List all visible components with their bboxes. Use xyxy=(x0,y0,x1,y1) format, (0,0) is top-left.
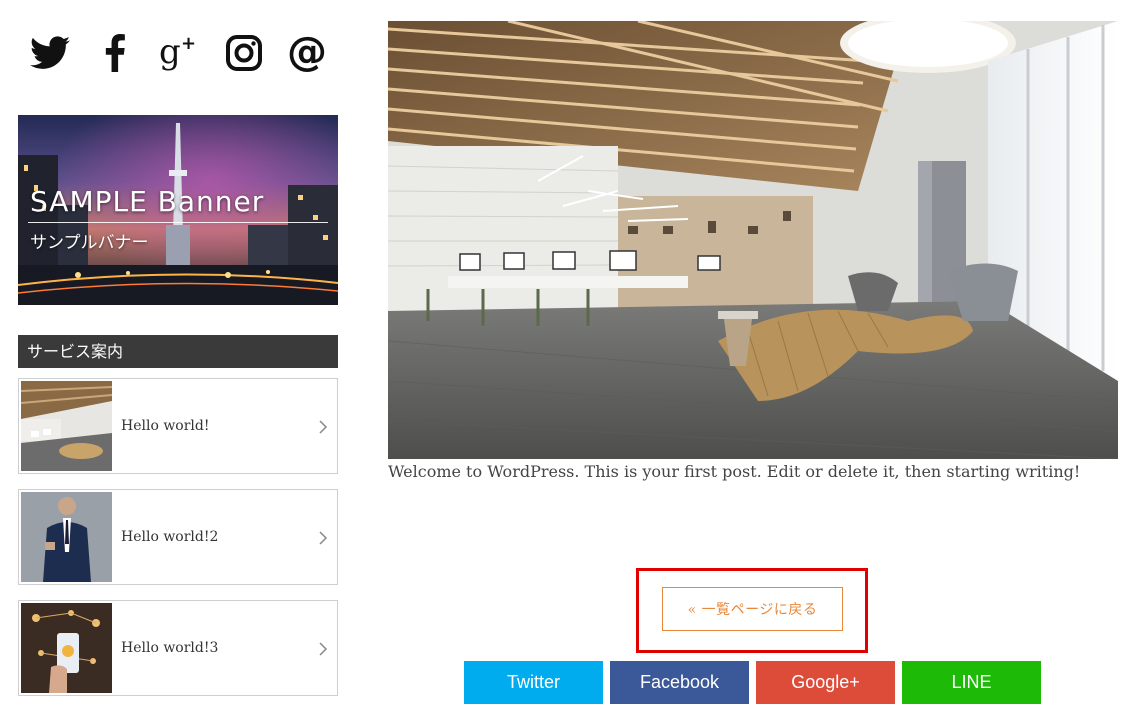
google-plus-share-button[interactable]: Google+ xyxy=(756,661,895,704)
svg-text:g: g xyxy=(159,33,181,72)
chevron-right-icon xyxy=(319,642,328,656)
service-section-heading: サービス案内 xyxy=(18,335,338,368)
post-thumbnail-smartphone xyxy=(21,603,112,693)
post-title: Hello world!3 xyxy=(121,640,219,656)
twitter-share-button[interactable]: Twitter xyxy=(464,661,603,704)
post-excerpt: Welcome to WordPress. This is your first… xyxy=(388,462,1081,481)
banner-divider xyxy=(28,222,328,223)
post-card-3[interactable]: Hello world!3 xyxy=(18,600,338,696)
facebook-share-button[interactable]: Facebook xyxy=(610,661,749,704)
post-title: Hello world! xyxy=(121,418,210,434)
email-at-icon[interactable]: @ xyxy=(285,30,329,76)
svg-text:+: + xyxy=(181,33,196,54)
twitter-icon[interactable] xyxy=(28,30,72,76)
post-card-2[interactable]: Hello world!2 xyxy=(18,489,338,585)
instagram-icon[interactable] xyxy=(222,30,266,76)
post-card-1[interactable]: Hello world! xyxy=(18,378,338,474)
social-icons: g + @ xyxy=(28,30,328,78)
post-thumbnail-office xyxy=(21,381,112,471)
chevron-right-icon xyxy=(319,420,328,434)
banner-subtitle: サンプルバナー xyxy=(30,233,149,253)
featured-image xyxy=(388,21,1118,459)
sample-banner[interactable]: SAMPLE Banner サンプルバナー xyxy=(18,115,338,305)
banner-title: SAMPLE Banner xyxy=(30,185,265,218)
line-share-button[interactable]: LINE xyxy=(902,661,1041,704)
facebook-icon[interactable] xyxy=(100,30,130,76)
chevron-right-icon xyxy=(319,531,328,545)
google-plus-icon[interactable]: g + xyxy=(156,30,200,76)
post-title: Hello world!2 xyxy=(121,529,219,545)
back-to-list-button[interactable]: « 一覧ページに戻る xyxy=(662,587,843,631)
svg-text:@: @ xyxy=(287,33,327,73)
post-thumbnail-businessman xyxy=(21,492,112,582)
